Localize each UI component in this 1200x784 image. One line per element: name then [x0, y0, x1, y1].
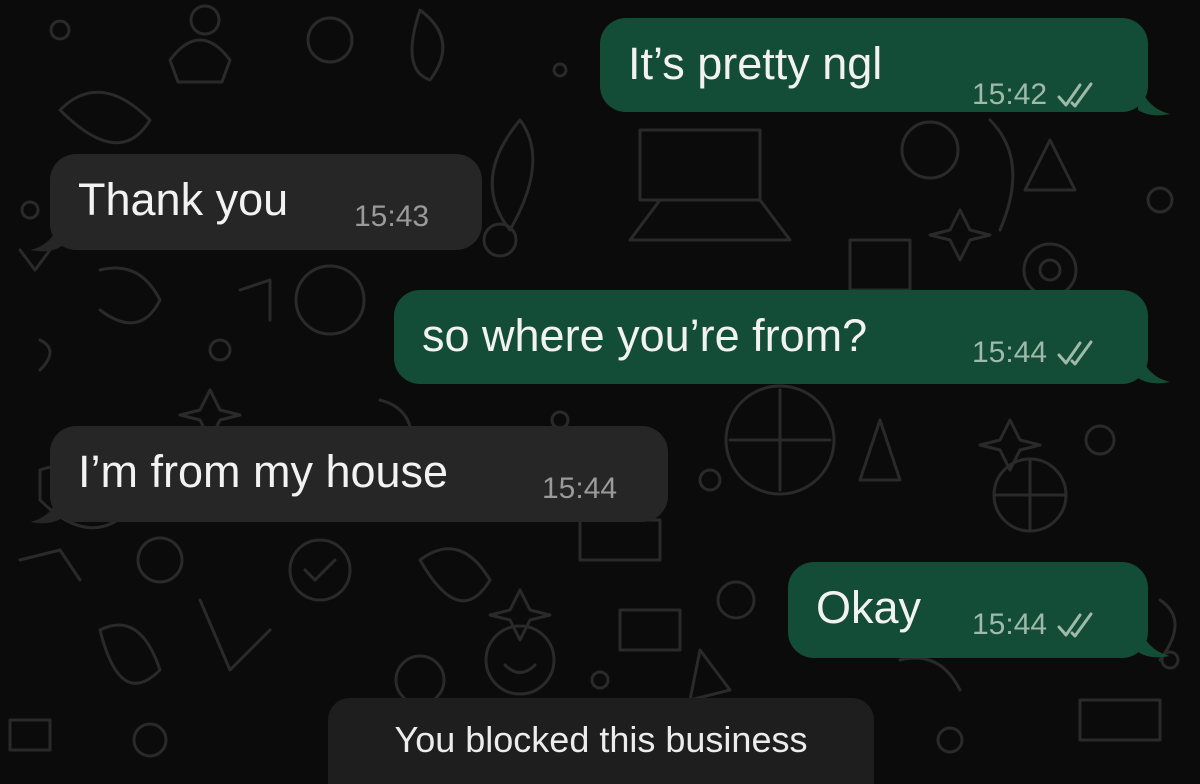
message-text: I’m from my house: [78, 446, 449, 497]
message-time: 15:44: [542, 472, 618, 505]
message-time: 15:43: [354, 200, 430, 233]
message-bubble-outgoing[interactable]: Okay 15:44: [788, 562, 1170, 658]
bubble-tail: [30, 486, 62, 524]
message-time: 15:44: [972, 336, 1048, 369]
message-meta: 15:43: [354, 200, 429, 234]
read-double-check-icon: [1057, 82, 1093, 108]
message-meta: 15:44: [972, 336, 1099, 370]
message-text: It’s pretty ngl: [628, 38, 883, 89]
message-bubble-outgoing[interactable]: It’s pretty ngl 15:42: [600, 18, 1170, 116]
read-double-check-icon: [1057, 612, 1093, 638]
bubble-tail: [1138, 78, 1170, 116]
bubble-tail: [30, 214, 62, 252]
bubble-tail: [1138, 620, 1170, 658]
message-time: 15:44: [972, 608, 1048, 641]
message-list: It’s pretty ngl 15:42 Thank you 15:43 so…: [0, 0, 1200, 784]
blocked-business-notice[interactable]: You blocked this business: [328, 698, 874, 784]
message-bubble-outgoing[interactable]: so where you’re from? 15:44: [394, 290, 1170, 384]
message-bubble-incoming[interactable]: Thank you 15:43: [30, 154, 482, 252]
bubble-tail: [1138, 346, 1170, 384]
message-bubble-incoming[interactable]: I’m from my house 15:44: [30, 426, 668, 524]
message-meta: 15:42: [972, 78, 1099, 112]
message-text: so where you’re from?: [422, 310, 868, 361]
message-meta: 15:44: [542, 472, 617, 506]
read-double-check-icon: [1057, 340, 1093, 366]
message-meta: 15:44: [972, 608, 1099, 642]
message-text: Okay: [816, 582, 922, 633]
message-time: 15:42: [972, 78, 1048, 111]
message-text: Thank you: [78, 174, 289, 225]
